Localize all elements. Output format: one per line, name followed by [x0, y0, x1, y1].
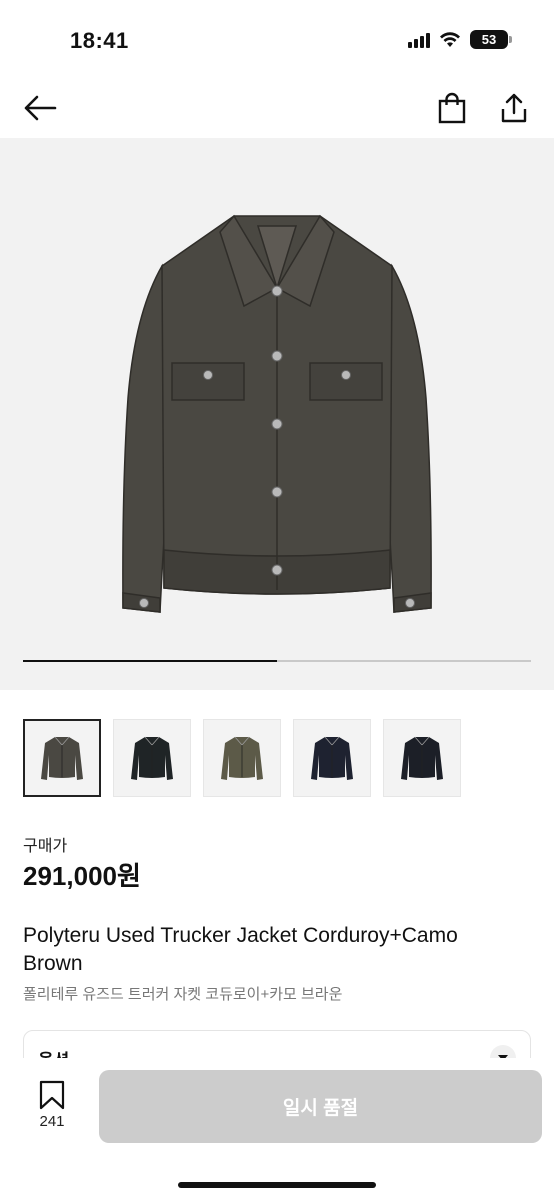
bottom-action-bar: 241 일시 품절: [0, 1058, 554, 1200]
wifi-icon: [440, 31, 460, 47]
shopping-bag-button[interactable]: [430, 86, 474, 130]
battery-level: 53: [481, 32, 497, 47]
thumbnail-1[interactable]: [23, 719, 101, 797]
product-image-carousel[interactable]: [0, 138, 554, 690]
sold-out-button[interactable]: 일시 품절: [99, 1070, 542, 1143]
product-image: [122, 214, 432, 613]
share-button[interactable]: [492, 86, 536, 130]
share-icon: [501, 93, 527, 123]
thumbnail-5[interactable]: [383, 719, 461, 797]
status-bar: 18:41 53: [0, 0, 554, 78]
nav-bar: [0, 78, 554, 138]
shopping-bag-icon: [438, 92, 466, 124]
back-arrow-icon: [24, 95, 57, 121]
product-title: Polyteru Used Trucker Jacket Corduroy+Ca…: [23, 924, 458, 975]
thumbnail-jacket-image: [221, 736, 263, 780]
status-icons: 53: [408, 30, 512, 49]
home-indicator: [178, 1182, 376, 1188]
price: 291,000원: [23, 861, 141, 891]
wishlist-button[interactable]: 241: [24, 1080, 80, 1144]
thumbnail-jacket-image: [311, 736, 353, 780]
wishlist-count: 241: [39, 1113, 65, 1130]
thumbnail-strip: [23, 719, 461, 797]
signal-icon: [408, 32, 430, 48]
carousel-progress-track: [23, 660, 531, 662]
bookmark-icon: [39, 1080, 65, 1110]
status-time: 18:41: [70, 28, 129, 53]
carousel-progress-fill: [23, 660, 277, 662]
battery-icon: 53: [470, 30, 512, 49]
thumbnail-2[interactable]: [113, 719, 191, 797]
thumbnail-jacket-image: [131, 736, 173, 780]
thumbnail-jacket-image: [401, 736, 443, 780]
price-label: 구매가: [23, 838, 68, 855]
product-title-korean: 폴리테루 유즈드 트러커 자켓 코듀로이+카모 브라운: [23, 986, 343, 1003]
thumbnail-4[interactable]: [293, 719, 371, 797]
back-button[interactable]: [18, 86, 62, 130]
thumbnail-3[interactable]: [203, 719, 281, 797]
thumbnail-jacket-image: [41, 736, 83, 780]
